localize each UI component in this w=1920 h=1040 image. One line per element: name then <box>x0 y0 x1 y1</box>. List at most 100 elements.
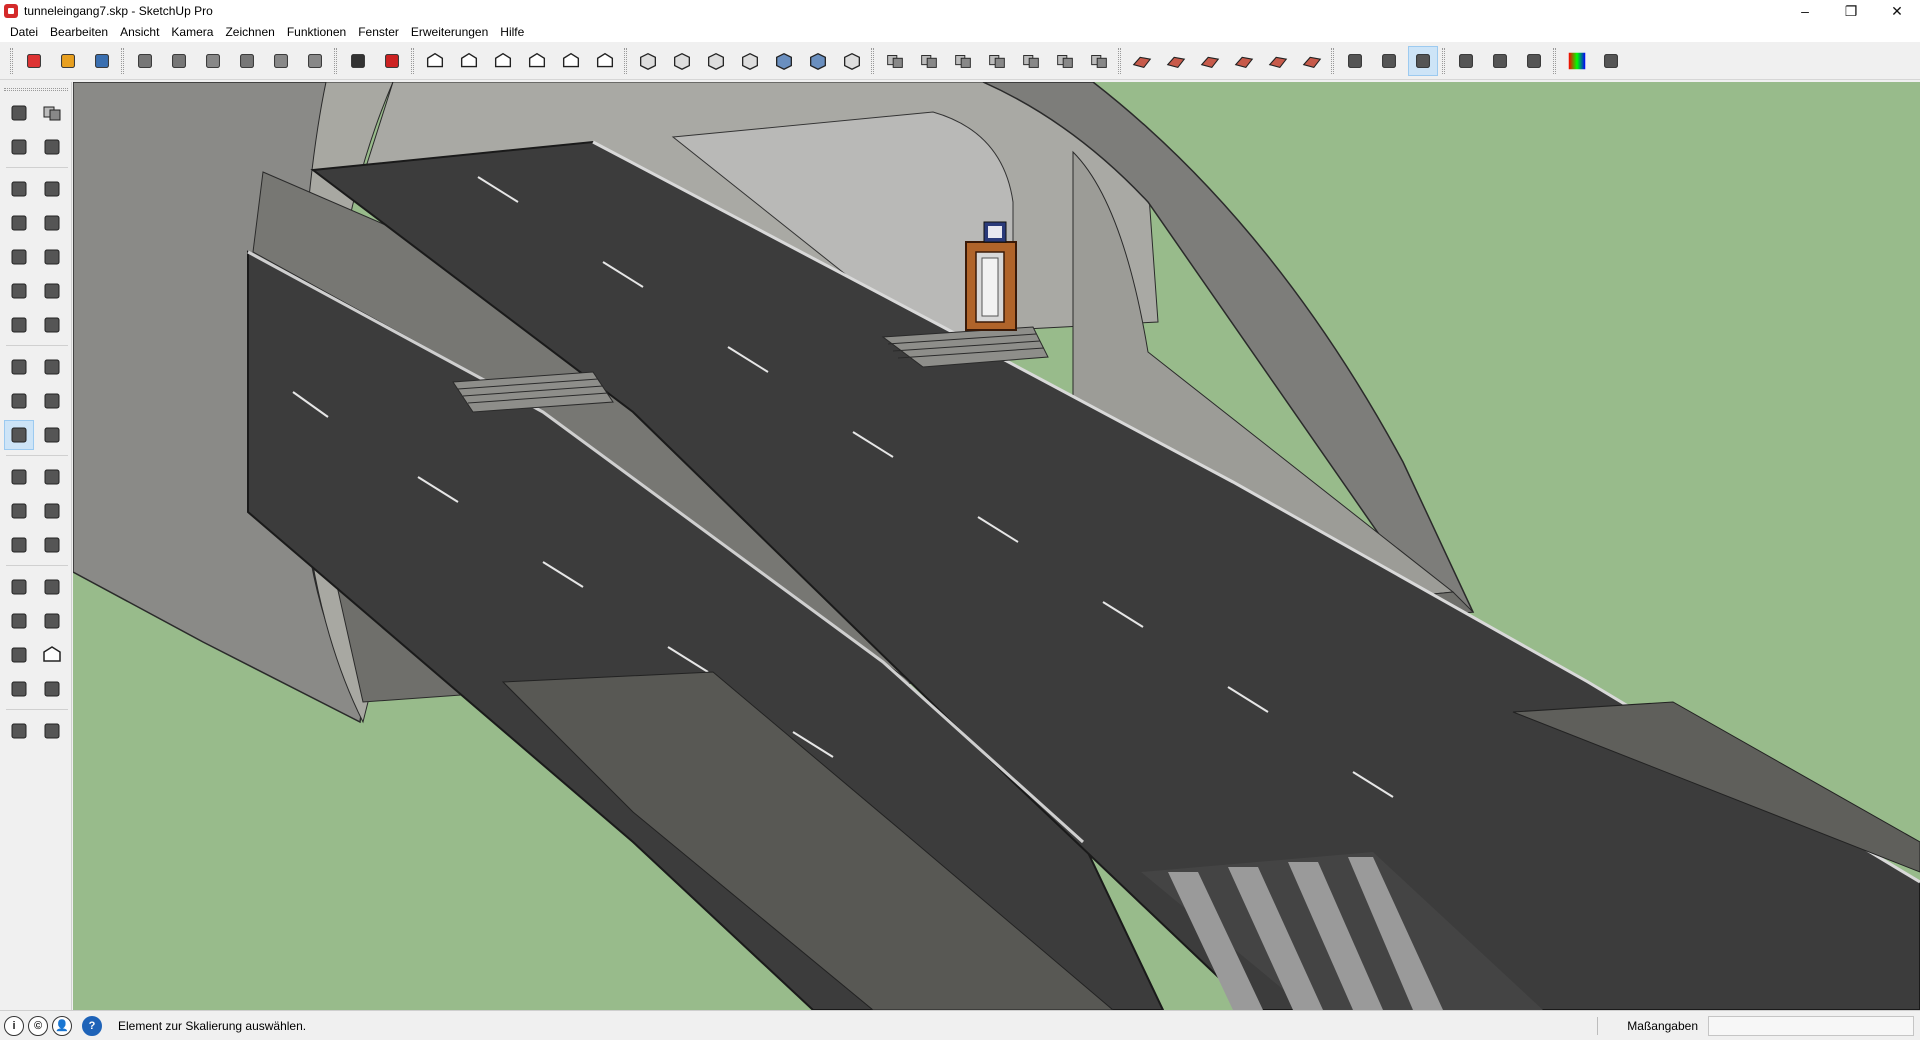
freehand-icon[interactable] <box>37 174 67 204</box>
hidden-line-icon[interactable] <box>735 46 765 76</box>
tape-measure-icon[interactable] <box>4 462 34 492</box>
look-around-icon[interactable] <box>37 674 67 704</box>
cut-icon[interactable] <box>130 46 160 76</box>
minimize-button[interactable]: – <box>1782 0 1828 22</box>
left-view-icon[interactable] <box>590 46 620 76</box>
menu-datei[interactable]: Datei <box>4 25 44 39</box>
shaded-textures-icon[interactable] <box>803 46 833 76</box>
sandbox-from-contours-icon[interactable] <box>1127 46 1157 76</box>
toolbar-grip[interactable] <box>121 47 124 74</box>
rotate-icon[interactable] <box>4 386 34 416</box>
menu-erweiterungen[interactable]: Erweiterungen <box>405 25 494 39</box>
menu-fenster[interactable]: Fenster <box>352 25 405 39</box>
undo-icon[interactable] <box>266 46 296 76</box>
menu-kamera[interactable]: Kamera <box>165 25 219 39</box>
credits-icon[interactable]: © <box>28 1015 48 1036</box>
top-view-icon[interactable] <box>454 46 484 76</box>
line-icon[interactable] <box>4 174 34 204</box>
dimension-tool-icon[interactable] <box>37 462 67 492</box>
close-button[interactable]: ✕ <box>1874 0 1920 22</box>
iso-view-icon[interactable] <box>420 46 450 76</box>
toolbar-grip[interactable] <box>334 47 337 74</box>
toolbar-grip[interactable] <box>411 47 414 74</box>
3d-text-icon[interactable] <box>37 530 67 560</box>
axes-icon[interactable] <box>1451 46 1481 76</box>
smoove-icon[interactable] <box>1195 46 1225 76</box>
group-icon[interactable] <box>914 46 944 76</box>
position-camera-icon[interactable] <box>4 674 34 704</box>
union-icon[interactable] <box>1016 46 1046 76</box>
add-detail-icon[interactable] <box>1297 46 1327 76</box>
select-icon[interactable] <box>4 98 34 128</box>
model-viewport[interactable] <box>73 82 1920 1010</box>
styles-icon[interactable] <box>1562 46 1592 76</box>
new-model-icon[interactable] <box>19 46 49 76</box>
zoom-window-icon[interactable] <box>37 606 67 636</box>
orbit-icon[interactable] <box>4 572 34 602</box>
print-icon[interactable] <box>343 46 373 76</box>
orbit-target-icon[interactable] <box>1340 46 1370 76</box>
save-icon[interactable] <box>87 46 117 76</box>
toolbar-grip[interactable] <box>871 47 874 74</box>
user-account-icon[interactable]: 👤 <box>52 1015 72 1036</box>
copy-icon[interactable] <box>164 46 194 76</box>
follow-me-icon[interactable] <box>37 386 67 416</box>
rectangle-icon[interactable] <box>4 208 34 238</box>
section-plane-icon[interactable] <box>1374 46 1404 76</box>
monochrome-icon[interactable] <box>837 46 867 76</box>
drape-icon[interactable] <box>1263 46 1293 76</box>
toolbar-grip[interactable] <box>1331 47 1334 74</box>
intersect-icon[interactable] <box>982 46 1012 76</box>
arc-icon[interactable] <box>4 276 34 306</box>
scale-icon[interactable] <box>4 420 34 450</box>
toolbar-grip[interactable] <box>1553 47 1556 74</box>
open-icon[interactable] <box>53 46 83 76</box>
redo-icon[interactable] <box>300 46 330 76</box>
circle-icon[interactable] <box>4 242 34 272</box>
trim-icon[interactable] <box>1084 46 1114 76</box>
components-icon[interactable] <box>880 46 910 76</box>
menu-bearbeiten[interactable]: Bearbeiten <box>44 25 114 39</box>
measurements-input[interactable] <box>1708 1016 1914 1036</box>
text-icon[interactable] <box>37 496 67 526</box>
two-point-arc-icon[interactable] <box>37 276 67 306</box>
offset-icon[interactable] <box>37 420 67 450</box>
front-view-icon[interactable] <box>488 46 518 76</box>
subtract-icon[interactable] <box>1050 46 1080 76</box>
paste-icon[interactable] <box>198 46 228 76</box>
menu-ansicht[interactable]: Ansicht <box>114 25 165 39</box>
toolbar-grip[interactable] <box>1442 47 1445 74</box>
shaded-icon[interactable] <box>769 46 799 76</box>
zoom-extents-icon[interactable] <box>4 640 34 670</box>
make-component-icon[interactable] <box>37 98 67 128</box>
menu-funktionen[interactable]: Funktionen <box>281 25 352 39</box>
pan-icon[interactable] <box>37 572 67 602</box>
push-pull-icon[interactable] <box>37 352 67 382</box>
move-icon[interactable] <box>4 352 34 382</box>
geo-location-icon[interactable]: i <box>4 1015 24 1036</box>
stamp-icon[interactable] <box>1229 46 1259 76</box>
sandbox-from-scratch-icon[interactable] <box>1161 46 1191 76</box>
back-edges-icon[interactable] <box>667 46 697 76</box>
toolbar-grip[interactable] <box>4 88 68 91</box>
walk-icon[interactable] <box>4 716 34 746</box>
toolbar-grip[interactable] <box>624 47 627 74</box>
section-plane-tool-icon[interactable] <box>37 716 67 746</box>
wireframe-icon[interactable] <box>701 46 731 76</box>
rotated-rectangle-icon[interactable] <box>37 208 67 238</box>
toolbar-grip[interactable] <box>1118 47 1121 74</box>
maximize-button[interactable]: ❐ <box>1828 0 1874 22</box>
select-tool-icon[interactable] <box>1596 46 1626 76</box>
section-display-icon[interactable] <box>1408 45 1438 76</box>
polygon-icon[interactable] <box>37 242 67 272</box>
protractor-icon[interactable] <box>4 496 34 526</box>
xray-icon[interactable] <box>633 46 663 76</box>
toolbar-grip[interactable] <box>10 47 13 74</box>
outer-shell-icon[interactable] <box>948 46 978 76</box>
previous-view-icon[interactable] <box>37 640 67 670</box>
paint-bucket-icon[interactable] <box>4 132 34 162</box>
dimension-icon[interactable] <box>1485 46 1515 76</box>
axes-tool-icon[interactable] <box>4 530 34 560</box>
right-view-icon[interactable] <box>522 46 552 76</box>
model-info-icon[interactable] <box>377 46 407 76</box>
